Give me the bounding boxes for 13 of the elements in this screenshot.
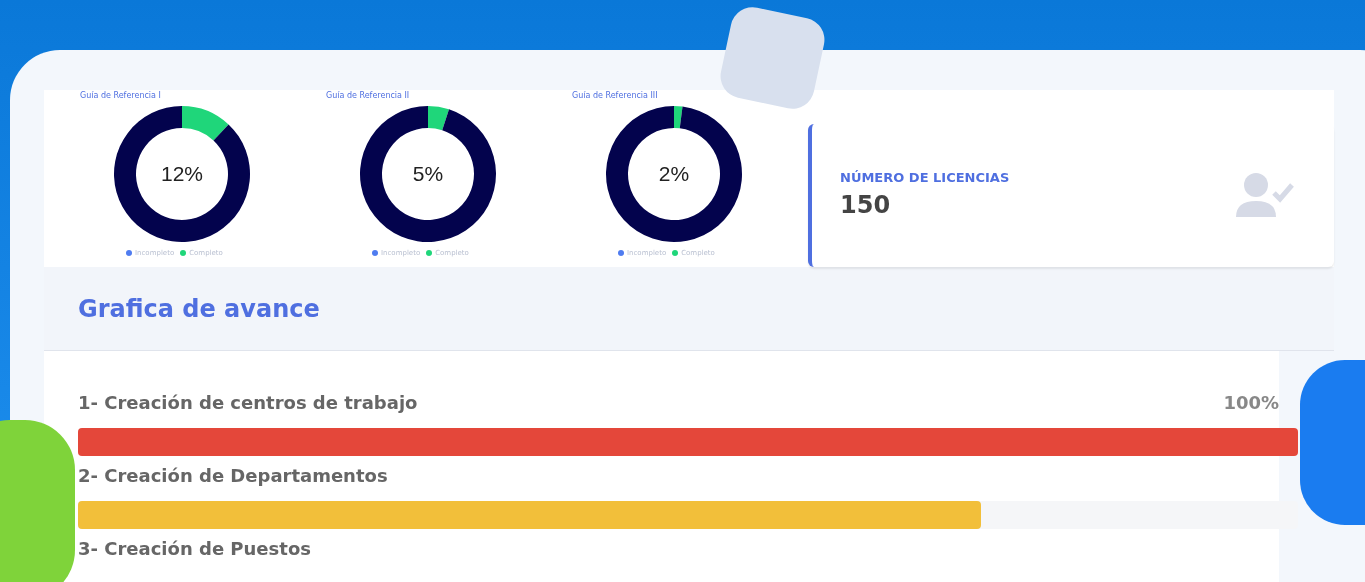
- chart-title: Guía de Referencia II: [326, 90, 410, 102]
- card-value: 150: [840, 190, 892, 222]
- task-label: 3- Creación de Puestos: [78, 537, 311, 561]
- chart-title: Guía de Referencia I: [80, 90, 161, 102]
- progress-reading: 100%: [1223, 391, 1279, 415]
- task-label: 1- Creación de centros de trabajo: [78, 391, 418, 415]
- chart-title: Guía de Referencia III: [572, 90, 658, 102]
- section-title: Grafica de avance: [78, 293, 320, 325]
- donut-center-label: 5%: [412, 161, 444, 188]
- donut-center-label: 12%: [161, 161, 203, 188]
- card-label: NÚMERO DE LICENCIAS: [840, 168, 1010, 187]
- donut-center-label: 2%: [658, 161, 690, 188]
- task-label: 2- Creación de Departamentos: [78, 464, 388, 488]
